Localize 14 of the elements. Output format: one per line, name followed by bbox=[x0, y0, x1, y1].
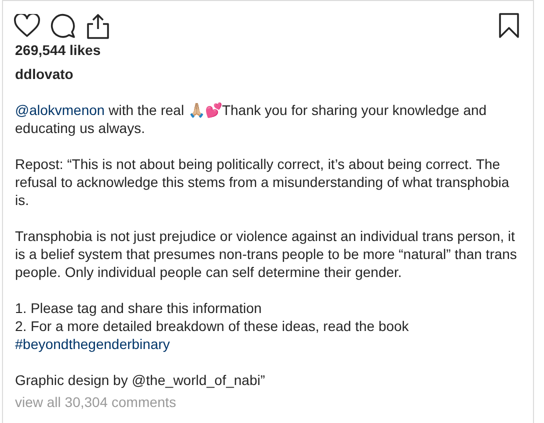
caption-text: @alokvmenon with the real 🙏🏼💕Thank you for sharing your knowledge and educating us always. bbox=[15, 101, 488, 137]
like-count[interactable]: 269,544 likes bbox=[3, 41, 533, 59]
hashtag-link[interactable]: #beyondthegenderbinary bbox=[15, 335, 523, 353]
caption-text: Transphobia is not just prejudice or violence against an individual trans person, it is a belief system that presumes non-trans people to be more “natural” than trans people. Only individual people can self determine their gender. bbox=[15, 227, 518, 281]
heart-icon[interactable] bbox=[14, 14, 40, 38]
mention-link[interactable]: @alokvmenon bbox=[15, 102, 105, 118]
share-icon[interactable] bbox=[86, 12, 110, 38]
caption-text: Repost: “This is not about being politically correct, it’s about being correct. The refusal to acknowledge this stems from a misunderstanding of what transphobia is. bbox=[15, 155, 510, 209]
caption-text: 2. For a more detailed breakdown of these ideas, read the book bbox=[15, 317, 410, 335]
bookmark-icon[interactable] bbox=[498, 12, 520, 38]
speech-bubble-icon[interactable] bbox=[50, 12, 76, 38]
caption-text: Graphic design by @the_world_of_nabi” bbox=[15, 371, 266, 389]
username[interactable]: ddlovato bbox=[3, 65, 533, 83]
caption-text: 1. Please tag and share this information bbox=[15, 299, 263, 317]
